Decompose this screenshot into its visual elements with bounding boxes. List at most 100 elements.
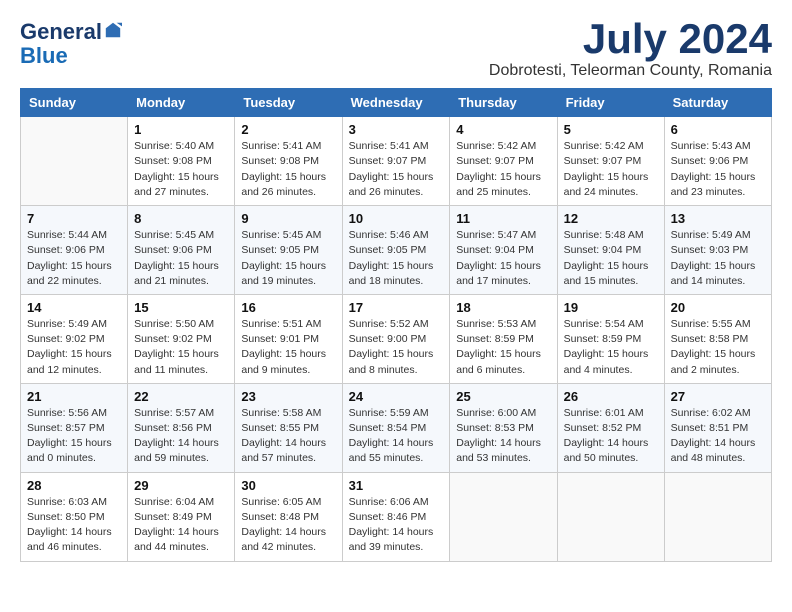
cell-info: Sunrise: 5:42 AMSunset: 9:07 PMDaylight:… bbox=[456, 139, 550, 200]
calendar-header-thursday: Thursday bbox=[450, 89, 557, 117]
calendar-header-saturday: Saturday bbox=[664, 89, 771, 117]
cell-day-number: 2 bbox=[241, 122, 335, 137]
calendar-cell: 13 Sunrise: 5:49 AMSunset: 9:03 PMDayligh… bbox=[664, 206, 771, 295]
cell-day-number: 6 bbox=[671, 122, 765, 137]
calendar-cell bbox=[450, 472, 557, 561]
cell-info: Sunrise: 5:47 AMSunset: 9:04 PMDaylight:… bbox=[456, 228, 550, 289]
cell-day-number: 19 bbox=[564, 300, 658, 315]
calendar-cell: 23 Sunrise: 5:58 AMSunset: 8:55 PMDayligh… bbox=[235, 383, 342, 472]
cell-info: Sunrise: 5:51 AMSunset: 9:01 PMDaylight:… bbox=[241, 317, 335, 378]
cell-day-number: 9 bbox=[241, 211, 335, 226]
cell-info: Sunrise: 6:05 AMSunset: 8:48 PMDaylight:… bbox=[241, 495, 335, 556]
cell-info: Sunrise: 5:46 AMSunset: 9:05 PMDaylight:… bbox=[349, 228, 444, 289]
calendar-cell: 12Sunrise: 5:48 AMSunset: 9:04 PMDayligh… bbox=[557, 206, 664, 295]
logo-blue-text: Blue bbox=[20, 43, 68, 68]
calendar-week-3: 14Sunrise: 5:49 AMSunset: 9:02 PMDayligh… bbox=[21, 294, 772, 383]
calendar-cell: 25 Sunrise: 6:00 AMSunset: 8:53 PMDayligh… bbox=[450, 383, 557, 472]
calendar-cell: 8Sunrise: 5:45 AMSunset: 9:06 PMDaylight… bbox=[128, 206, 235, 295]
calendar-week-5: 28Sunrise: 6:03 AMSunset: 8:50 PMDayligh… bbox=[21, 472, 772, 561]
calendar-cell: 7Sunrise: 5:44 AMSunset: 9:06 PMDaylight… bbox=[21, 206, 128, 295]
calendar-header-wednesday: Wednesday bbox=[342, 89, 450, 117]
calendar-cell bbox=[21, 117, 128, 206]
cell-info: Sunrise: 5:54 AMSunset: 8:59 PMDaylight:… bbox=[564, 317, 658, 378]
cell-info: Sunrise: 5:58 AMSunset: 8:55 PMDaylight:… bbox=[241, 406, 335, 467]
cell-info: Sunrise: 5:41 AMSunset: 9:07 PMDaylight:… bbox=[349, 139, 444, 200]
calendar-cell: 9 Sunrise: 5:45 AMSunset: 9:05 PMDaylight… bbox=[235, 206, 342, 295]
calendar-week-1: 1Sunrise: 5:40 AMSunset: 9:08 PMDaylight… bbox=[21, 117, 772, 206]
cell-day-number: 25 bbox=[456, 389, 550, 404]
calendar-cell: 6 Sunrise: 5:43 AMSunset: 9:06 PMDaylight… bbox=[664, 117, 771, 206]
cell-day-number: 23 bbox=[241, 389, 335, 404]
cell-day-number: 5 bbox=[564, 122, 658, 137]
cell-day-number: 11 bbox=[456, 211, 550, 226]
cell-info: Sunrise: 5:44 AMSunset: 9:06 PMDaylight:… bbox=[27, 228, 121, 289]
cell-info: Sunrise: 5:56 AMSunset: 8:57 PMDaylight:… bbox=[27, 406, 121, 467]
calendar-cell: 19 Sunrise: 5:54 AMSunset: 8:59 PMDayligh… bbox=[557, 294, 664, 383]
calendar-cell bbox=[664, 472, 771, 561]
calendar-cell: 31 Sunrise: 6:06 AMSunset: 8:46 PMDayligh… bbox=[342, 472, 450, 561]
calendar-cell: 26 Sunrise: 6:01 AMSunset: 8:52 PMDayligh… bbox=[557, 383, 664, 472]
logo: General Blue bbox=[20, 20, 122, 68]
calendar-cell: 27 Sunrise: 6:02 AMSunset: 8:51 PMDayligh… bbox=[664, 383, 771, 472]
cell-info: Sunrise: 6:02 AMSunset: 8:51 PMDaylight:… bbox=[671, 406, 765, 467]
cell-info: Sunrise: 5:55 AMSunset: 8:58 PMDaylight:… bbox=[671, 317, 765, 378]
cell-info: Sunrise: 5:57 AMSunset: 8:56 PMDaylight:… bbox=[134, 406, 228, 467]
calendar-cell: 18 Sunrise: 5:53 AMSunset: 8:59 PMDayligh… bbox=[450, 294, 557, 383]
cell-day-number: 17 bbox=[349, 300, 444, 315]
calendar-header-friday: Friday bbox=[557, 89, 664, 117]
cell-day-number: 18 bbox=[456, 300, 550, 315]
calendar-cell: 30 Sunrise: 6:05 AMSunset: 8:48 PMDayligh… bbox=[235, 472, 342, 561]
calendar-header-sunday: Sunday bbox=[21, 89, 128, 117]
calendar-header-row: SundayMondayTuesdayWednesdayThursdayFrid… bbox=[21, 89, 772, 117]
logo-general-text: General bbox=[20, 19, 102, 44]
cell-info: Sunrise: 5:43 AMSunset: 9:06 PMDaylight:… bbox=[671, 139, 765, 200]
calendar-cell: 29 Sunrise: 6:04 AMSunset: 8:49 PMDayligh… bbox=[128, 472, 235, 561]
cell-day-number: 14 bbox=[27, 300, 121, 315]
cell-info: Sunrise: 5:42 AMSunset: 9:07 PMDaylight:… bbox=[564, 139, 658, 200]
calendar-cell: 10Sunrise: 5:46 AMSunset: 9:05 PMDayligh… bbox=[342, 206, 450, 295]
calendar-table: SundayMondayTuesdayWednesdayThursdayFrid… bbox=[20, 88, 772, 561]
cell-info: Sunrise: 6:01 AMSunset: 8:52 PMDaylight:… bbox=[564, 406, 658, 467]
cell-day-number: 26 bbox=[564, 389, 658, 404]
calendar-cell: 17 Sunrise: 5:52 AMSunset: 9:00 PMDayligh… bbox=[342, 294, 450, 383]
cell-info: Sunrise: 5:50 AMSunset: 9:02 PMDaylight:… bbox=[134, 317, 228, 378]
logo-icon bbox=[104, 21, 122, 39]
cell-day-number: 12 bbox=[564, 211, 658, 226]
cell-day-number: 27 bbox=[671, 389, 765, 404]
cell-day-number: 31 bbox=[349, 478, 444, 493]
cell-day-number: 4 bbox=[456, 122, 550, 137]
calendar-cell: 28Sunrise: 6:03 AMSunset: 8:50 PMDayligh… bbox=[21, 472, 128, 561]
cell-day-number: 29 bbox=[134, 478, 228, 493]
cell-day-number: 30 bbox=[241, 478, 335, 493]
page-header: General Blue July 2024 Dobrotesti, Teleo… bbox=[20, 16, 772, 80]
calendar-cell bbox=[557, 472, 664, 561]
cell-info: Sunrise: 5:53 AMSunset: 8:59 PMDaylight:… bbox=[456, 317, 550, 378]
calendar-cell: 24Sunrise: 5:59 AMSunset: 8:54 PMDayligh… bbox=[342, 383, 450, 472]
main-title: July 2024 bbox=[489, 16, 772, 62]
cell-info: Sunrise: 6:04 AMSunset: 8:49 PMDaylight:… bbox=[134, 495, 228, 556]
cell-day-number: 20 bbox=[671, 300, 765, 315]
calendar-cell: 4 Sunrise: 5:42 AMSunset: 9:07 PMDaylight… bbox=[450, 117, 557, 206]
calendar-cell: 3 Sunrise: 5:41 AMSunset: 9:07 PMDaylight… bbox=[342, 117, 450, 206]
cell-info: Sunrise: 5:45 AMSunset: 9:06 PMDaylight:… bbox=[134, 228, 228, 289]
cell-info: Sunrise: 6:00 AMSunset: 8:53 PMDaylight:… bbox=[456, 406, 550, 467]
calendar-cell: 20 Sunrise: 5:55 AMSunset: 8:58 PMDayligh… bbox=[664, 294, 771, 383]
cell-info: Sunrise: 5:59 AMSunset: 8:54 PMDaylight:… bbox=[349, 406, 444, 467]
cell-day-number: 28 bbox=[27, 478, 121, 493]
cell-info: Sunrise: 6:06 AMSunset: 8:46 PMDaylight:… bbox=[349, 495, 444, 556]
subtitle: Dobrotesti, Teleorman County, Romania bbox=[489, 62, 772, 80]
cell-day-number: 21 bbox=[27, 389, 121, 404]
calendar-cell: 2 Sunrise: 5:41 AMSunset: 9:08 PMDaylight… bbox=[235, 117, 342, 206]
calendar-cell: 11 Sunrise: 5:47 AMSunset: 9:04 PMDayligh… bbox=[450, 206, 557, 295]
cell-info: Sunrise: 5:52 AMSunset: 9:00 PMDaylight:… bbox=[349, 317, 444, 378]
calendar-cell: 15 Sunrise: 5:50 AMSunset: 9:02 PMDayligh… bbox=[128, 294, 235, 383]
cell-info: Sunrise: 5:49 AMSunset: 9:03 PMDaylight:… bbox=[671, 228, 765, 289]
calendar-cell: 5 Sunrise: 5:42 AMSunset: 9:07 PMDaylight… bbox=[557, 117, 664, 206]
cell-day-number: 3 bbox=[349, 122, 444, 137]
cell-day-number: 15 bbox=[134, 300, 228, 315]
cell-day-number: 13 bbox=[671, 211, 765, 226]
cell-info: Sunrise: 5:41 AMSunset: 9:08 PMDaylight:… bbox=[241, 139, 335, 200]
title-block: July 2024 Dobrotesti, Teleorman County, … bbox=[489, 16, 772, 80]
cell-info: Sunrise: 5:45 AMSunset: 9:05 PMDaylight:… bbox=[241, 228, 335, 289]
calendar-week-4: 21 Sunrise: 5:56 AMSunset: 8:57 PMDayligh… bbox=[21, 383, 772, 472]
